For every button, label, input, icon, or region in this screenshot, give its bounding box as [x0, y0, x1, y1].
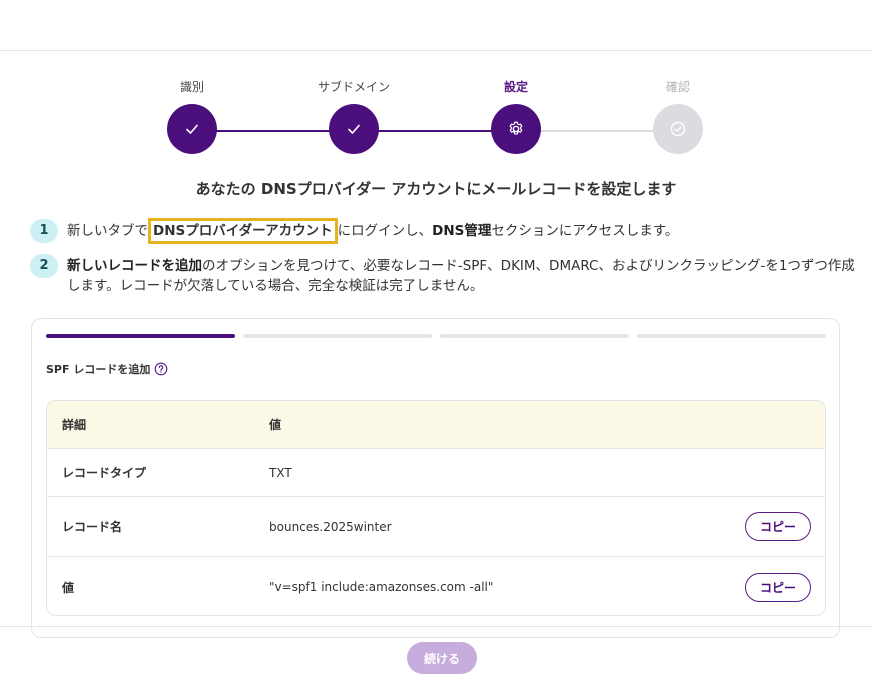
row-value: TXT	[269, 465, 292, 480]
record-card: SPF レコードを追加 詳細 値 レコードタイプ TXT レコード名 bounc…	[31, 318, 840, 638]
card-title: SPF レコードを追加	[46, 361, 168, 377]
step-label: 識別	[179, 80, 204, 94]
table-row: レコードタイプ TXT	[47, 449, 825, 497]
step-number-badge: 1	[30, 219, 58, 243]
stepper: 識別 サブドメイン 設定 確認	[0, 76, 872, 166]
continue-button[interactable]: 続ける	[407, 642, 477, 674]
header-value: 値	[269, 418, 282, 432]
step-circle-pending	[653, 104, 703, 154]
top-divider	[0, 50, 872, 51]
progress-segment-2	[243, 334, 432, 338]
copy-value-button[interactable]: コピー	[745, 572, 811, 602]
step-settings: 設定	[456, 76, 576, 154]
add-new-record-bold: 新しいレコードを追加	[67, 258, 202, 274]
row-value: bounces.2025winter	[269, 519, 392, 534]
row-value: "v=spf1 include:amazonses.com -all"	[269, 580, 494, 594]
step-confirm: 確認	[618, 76, 738, 154]
step-identify: 識別	[132, 76, 252, 154]
row-key: 値	[62, 580, 75, 595]
table-row: 値 "v=spf1 include:amazonses.com -all" コピ…	[47, 557, 825, 615]
check-icon	[186, 124, 198, 134]
dns-management-bold: DNS管理	[432, 223, 492, 239]
row-key: レコード名	[62, 520, 123, 534]
record-progress	[46, 334, 826, 338]
instruction-2: 2 新しいレコードを追加のオプションを見つけて、必要なレコード-SPF、DKIM…	[30, 254, 855, 298]
instruction-text-post: セクションにアクセスします。	[491, 223, 679, 239]
header-detail: 詳細	[62, 418, 87, 432]
step-label: 確認	[665, 80, 690, 94]
step-label: 設定	[503, 80, 528, 94]
step-circle-done	[167, 104, 217, 154]
instruction-text-pre: 新しいタブで	[67, 223, 148, 239]
instruction-text: 新しいタブで DNSプロバイダーアカウント にログインし、DNS管理セクションにアク…	[67, 218, 857, 244]
step-subdomain: サブドメイン	[294, 76, 414, 154]
table-row: レコード名 bounces.2025winter コピー	[47, 497, 825, 557]
card-title-text: SPF レコードを追加	[46, 363, 151, 376]
instruction-1: 1 新しいタブで DNSプロバイダーアカウント にログインし、DNS管理セクションに…	[30, 218, 850, 245]
question-circle-icon[interactable]	[154, 362, 168, 376]
record-table: 詳細 値 レコードタイプ TXT レコード名 bounces.2025winte…	[46, 400, 826, 616]
check-icon	[348, 124, 360, 134]
check-circle-icon	[670, 121, 686, 137]
table-header: 詳細 値	[47, 401, 825, 449]
page-heading: あなたの DNSプロバイダー アカウントにメールレコードを設定します	[195, 180, 677, 198]
instruction-text-mid: にログインし、	[337, 223, 433, 239]
instruction-text: 新しいレコードを追加のオプションを見つけて、必要なレコード-SPF、DKIM、D…	[67, 256, 857, 296]
step-label: サブドメイン	[317, 80, 390, 94]
copy-record-name-button[interactable]: コピー	[745, 512, 811, 541]
row-key: レコードタイプ	[62, 466, 147, 480]
progress-segment-3	[440, 334, 629, 338]
progress-segment-4	[637, 334, 826, 338]
progress-segment-1	[46, 334, 235, 338]
dns-provider-account-highlight: DNSプロバイダーアカウント	[148, 218, 338, 244]
footer-divider	[0, 626, 872, 627]
step-circle-current	[491, 104, 541, 154]
step-circle-done	[329, 104, 379, 154]
step-number-badge: 2	[30, 254, 58, 278]
gear-icon	[509, 121, 523, 135]
